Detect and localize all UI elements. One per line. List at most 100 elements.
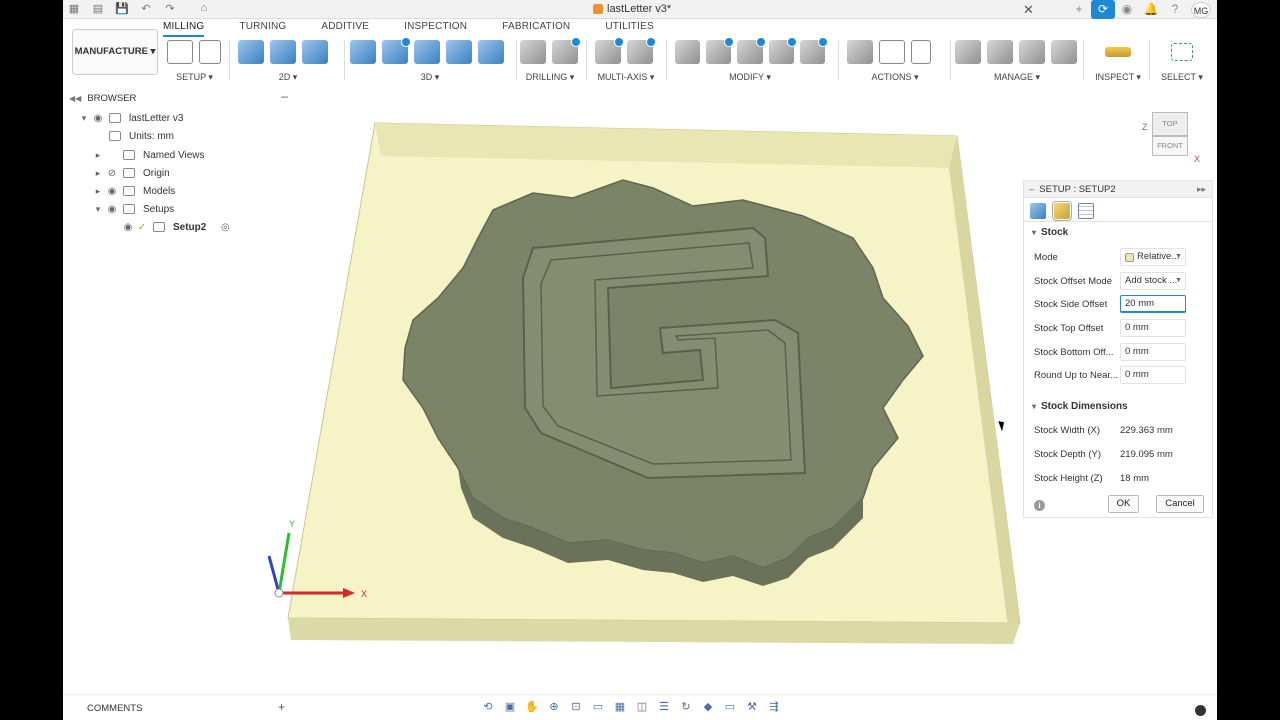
multi-axis-contour-icon[interactable] [627,37,656,64]
dimensions-section-header[interactable]: ▾ Stock Dimensions [1032,401,1128,412]
tab-post-process-icon[interactable] [1078,203,1094,219]
2d-pocket-icon[interactable] [270,40,296,64]
eye-icon[interactable]: ◉ [105,204,119,215]
comments-label[interactable]: COMMENTS [87,703,142,714]
pan-icon[interactable]: ✋ [523,699,541,715]
setup-sheet-icon[interactable] [911,40,931,64]
tab-inspection[interactable]: INSPECTION [404,21,467,37]
machine-library-icon[interactable] [987,40,1013,64]
simulation-display-icon[interactable]: ⇶ [765,699,783,715]
ok-button[interactable]: OK [1108,495,1139,513]
tree-units[interactable]: Units: mm [105,128,174,144]
collapse-icon[interactable]: ▾ [1032,402,1036,411]
view-cube-toggle-icon[interactable]: ◆ [699,699,717,715]
simulate-icon[interactable] [847,40,873,64]
expand-icon[interactable]: ▸ [91,168,105,179]
group-label-3d[interactable]: 3D ▾ [350,72,510,83]
save-icon[interactable]: 💾 [115,2,129,15]
fit-icon[interactable]: ⊡ [567,699,585,715]
eye-hidden-icon[interactable]: ⊘ [105,168,119,179]
tab-milling[interactable]: MILLING [163,21,205,37]
group-label-modify[interactable]: MODIFY ▾ [675,72,825,83]
close-tab-icon[interactable]: ✕ [1023,2,1034,18]
group-label-inspect[interactable]: INSPECT ▾ [1093,72,1143,83]
tab-turning[interactable]: TURNING [239,21,286,37]
offset-mode-dropdown[interactable]: Add stock ... ▼ [1120,272,1186,290]
home-icon[interactable]: ⌂ [197,2,211,15]
bottom-offset-input[interactable]: 0 mm [1120,343,1186,361]
stock-section-header[interactable]: ▾ Stock [1032,227,1068,238]
tree-setups[interactable]: ▾ ◉ Setups [91,201,174,217]
tab-utilities[interactable]: UTILITIES [605,21,653,37]
post-process-icon[interactable] [879,40,905,64]
document-tab[interactable]: lastLetter v3* [593,3,671,15]
tree-root[interactable]: ▾ ◉ lastLetter v3 [77,110,184,126]
tree-setup2[interactable]: ◉ ✓ Setup2 ◎ [121,219,232,235]
side-offset-input[interactable]: 20 mm [1120,295,1186,313]
browser-header[interactable]: ◀◀ BROWSER – [69,89,294,105]
pattern-icon[interactable] [799,37,829,64]
file-menu-icon[interactable]: ▤ [91,2,105,15]
stock-display-icon[interactable]: ☰ [655,699,673,715]
viewports-icon[interactable]: ◫ [633,699,651,715]
camera-icon[interactable]: ▭ [721,699,739,715]
top-offset-input[interactable]: 0 mm [1120,319,1186,337]
group-label-multi-axis[interactable]: MULTI-AXIS ▾ [595,72,657,83]
cut-icon[interactable] [675,40,701,64]
minimize-icon[interactable]: – [281,89,288,103]
tree-named-views[interactable]: ▸ Named Views [91,147,205,163]
tool-display-icon[interactable]: ⚒ [743,699,761,715]
zoom-icon[interactable]: ⊕ [545,699,563,715]
expand-dialog-icon[interactable]: ▸▸ [1197,184,1206,195]
measure-icon[interactable] [1105,47,1131,57]
tree-models[interactable]: ▸ ◉ Models [91,183,176,199]
hole-recognition-icon[interactable] [552,37,581,64]
tab-fabrication[interactable]: FABRICATION [502,21,570,37]
expand-icon[interactable]: ▸ [91,150,105,161]
data-panel-icon[interactable]: ⟳ [1091,0,1115,19]
expand-icon[interactable]: ▸ [91,186,105,197]
eye-icon[interactable]: ◉ [91,113,105,124]
tab-additive[interactable]: ADDITIVE [321,21,369,37]
select-window-icon[interactable] [1171,43,1193,61]
group-label-drilling[interactable]: DRILLING ▾ [520,72,580,83]
eye-icon[interactable]: ◉ [121,222,135,233]
new-tab-icon[interactable]: + [1067,0,1091,19]
delete-icon[interactable] [737,37,766,64]
collapse-icon[interactable]: ▾ [1032,228,1036,237]
user-avatar[interactable]: MG [1191,1,1211,18]
group-label-actions[interactable]: ACTIONS ▾ [847,72,943,83]
viewcube[interactable]: Z TOP FRONT X [1142,112,1200,164]
collapse-arrow-icon[interactable]: ◀◀ [69,94,81,103]
info-icon[interactable]: i [1034,500,1045,511]
group-label-setup[interactable]: SETUP ▾ [167,72,222,83]
viewcube-top[interactable]: TOP [1152,112,1188,136]
grid-settings-icon[interactable]: ▦ [611,699,629,715]
tab-stock-icon[interactable] [1052,201,1072,221]
feedback-icon[interactable] [1195,705,1206,716]
steep-shallow-icon[interactable] [414,40,440,64]
help-icon[interactable]: ? [1163,0,1187,19]
duplicate-icon[interactable] [706,37,735,64]
setup-dialog-header[interactable]: – SETUP : SETUP2 ▸▸ [1024,181,1212,198]
viewcube-front[interactable]: FRONT [1152,136,1188,156]
expand-icon[interactable]: ▾ [77,113,91,124]
nc-program-icon[interactable] [199,40,221,64]
job-status-icon[interactable]: ◉ [1115,0,1139,19]
scallop-icon[interactable] [446,40,472,64]
eye-icon[interactable]: ◉ [105,186,119,197]
active-target-icon[interactable]: ◎ [218,222,232,233]
parallel-icon[interactable] [478,40,504,64]
group-label-manage[interactable]: MANAGE ▾ [955,72,1079,83]
orbit-icon[interactable]: ⟲ [479,699,497,715]
group-label-select[interactable]: SELECT ▾ [1157,72,1207,83]
grid-menu-icon[interactable]: ▦ [67,2,81,15]
display-settings-icon[interactable]: ▭ [589,699,607,715]
group-label-2d[interactable]: 2D ▾ [238,72,338,83]
notifications-icon[interactable]: 🔔 [1139,0,1163,19]
dialog-minimize-icon[interactable]: – [1029,184,1034,195]
redo-icon[interactable]: ↷ [163,2,177,15]
collapse-icon[interactable]: ▾ [91,204,105,215]
undo-icon[interactable]: ↶ [139,2,153,15]
look-at-icon[interactable]: ▣ [501,699,519,715]
